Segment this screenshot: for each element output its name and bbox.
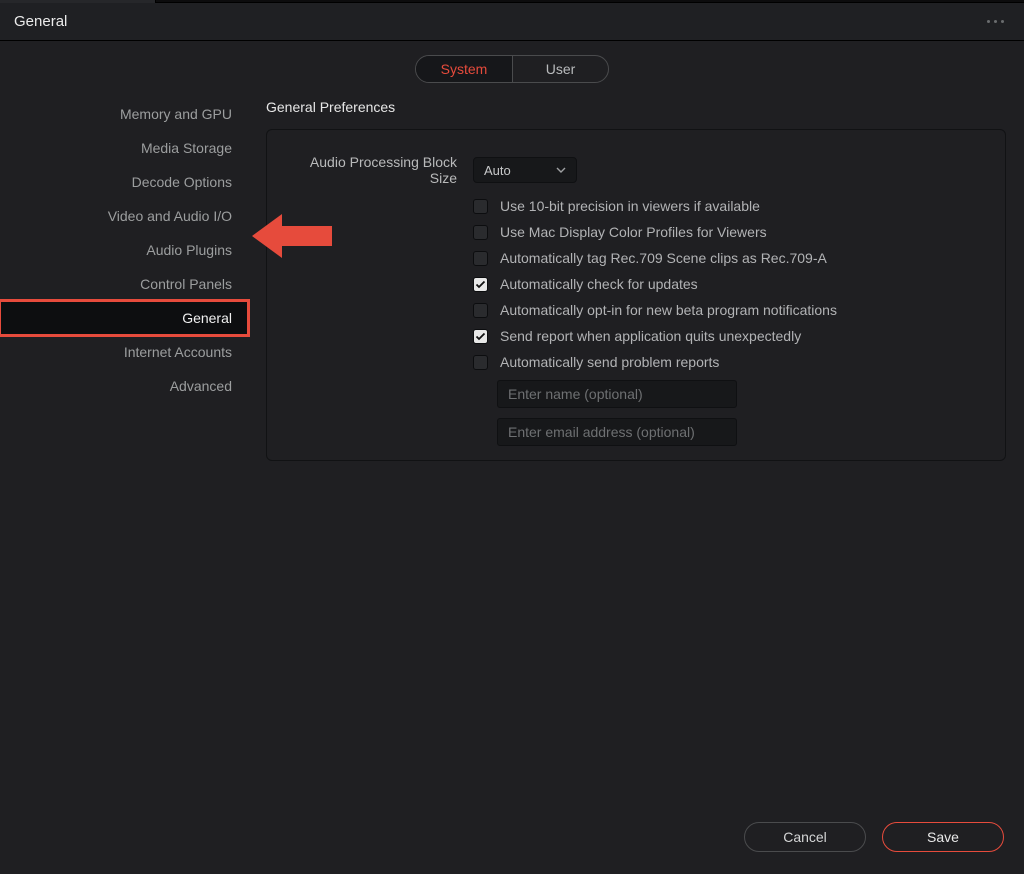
- check-icon: [475, 279, 486, 290]
- pref-checkbox[interactable]: [473, 225, 488, 240]
- sidebar-item-decode-options[interactable]: Decode Options: [0, 165, 248, 199]
- pref-row: Send report when application quits unexp…: [473, 328, 981, 344]
- panel-title: General Preferences: [266, 99, 1006, 115]
- segmented-control: System User: [415, 55, 609, 83]
- more-options-icon[interactable]: [981, 14, 1010, 29]
- check-icon: [475, 331, 486, 342]
- cancel-button[interactable]: Cancel: [744, 822, 866, 852]
- sidebar-item-control-panels[interactable]: Control Panels: [0, 267, 248, 301]
- save-button[interactable]: Save: [882, 822, 1004, 852]
- sidebar-item-general[interactable]: General: [0, 301, 248, 335]
- pref-label: Automatically tag Rec.709 Scene clips as…: [500, 250, 827, 266]
- chevron-down-icon: [556, 165, 566, 175]
- pref-checkbox[interactable]: [473, 329, 488, 344]
- pref-row: Automatically opt-in for new beta progra…: [473, 302, 981, 318]
- sidebar-item-label: Decode Options: [132, 174, 232, 190]
- pref-label: Send report when application quits unexp…: [500, 328, 801, 344]
- sidebar-item-media-storage[interactable]: Media Storage: [0, 131, 248, 165]
- pref-row: Automatically send problem reports: [473, 354, 981, 370]
- sidebar-item-memory-and-gpu[interactable]: Memory and GPU: [0, 97, 248, 131]
- sidebar-item-label: Control Panels: [140, 276, 232, 292]
- sidebar-item-label: General: [182, 310, 232, 326]
- block-size-value: Auto: [484, 163, 511, 178]
- pref-label: Automatically check for updates: [500, 276, 698, 292]
- sidebar-item-audio-plugins[interactable]: Audio Plugins: [0, 233, 248, 267]
- pref-checkbox[interactable]: [473, 355, 488, 370]
- sidebar-item-label: Memory and GPU: [120, 106, 232, 122]
- pref-checkbox[interactable]: [473, 303, 488, 318]
- pref-row: Automatically tag Rec.709 Scene clips as…: [473, 250, 981, 266]
- report-name-input[interactable]: [497, 380, 737, 408]
- pref-checkbox[interactable]: [473, 251, 488, 266]
- pref-row: Use Mac Display Color Profiles for Viewe…: [473, 224, 981, 240]
- tab-bar: System User: [0, 41, 1024, 93]
- block-size-label: Audio Processing Block Size: [291, 154, 473, 186]
- block-size-dropdown[interactable]: Auto: [473, 157, 577, 183]
- sidebar-item-label: Media Storage: [141, 140, 232, 156]
- pref-row: Use 10-bit precision in viewers if avail…: [473, 198, 981, 214]
- pref-label: Automatically send problem reports: [500, 354, 719, 370]
- sidebar-item-label: Advanced: [170, 378, 232, 394]
- sidebar: Memory and GPU Media Storage Decode Option…: [0, 93, 248, 874]
- pref-label: Use 10-bit precision in viewers if avail…: [500, 198, 760, 214]
- tab-system[interactable]: System: [416, 56, 512, 82]
- pref-checkbox[interactable]: [473, 199, 488, 214]
- pref-label: Automatically opt-in for new beta progra…: [500, 302, 837, 318]
- sidebar-item-label: Internet Accounts: [124, 344, 232, 360]
- pref-row: Automatically check for updates: [473, 276, 981, 292]
- tab-user[interactable]: User: [512, 56, 608, 82]
- pref-label: Use Mac Display Color Profiles for Viewe…: [500, 224, 767, 240]
- window-title: General: [14, 13, 67, 30]
- window-header: General: [0, 3, 1024, 41]
- sidebar-item-video-and-audio-i-o[interactable]: Video and Audio I/O: [0, 199, 248, 233]
- sidebar-item-label: Video and Audio I/O: [108, 208, 232, 224]
- report-email-input[interactable]: [497, 418, 737, 446]
- dialog-footer: Cancel Save: [266, 822, 1006, 874]
- pref-checkbox[interactable]: [473, 277, 488, 292]
- sidebar-item-advanced[interactable]: Advanced: [0, 369, 248, 403]
- preferences-panel: Audio Processing Block Size Auto Use 10-…: [266, 129, 1006, 461]
- sidebar-item-internet-accounts[interactable]: Internet Accounts: [0, 335, 248, 369]
- sidebar-item-label: Audio Plugins: [146, 242, 232, 258]
